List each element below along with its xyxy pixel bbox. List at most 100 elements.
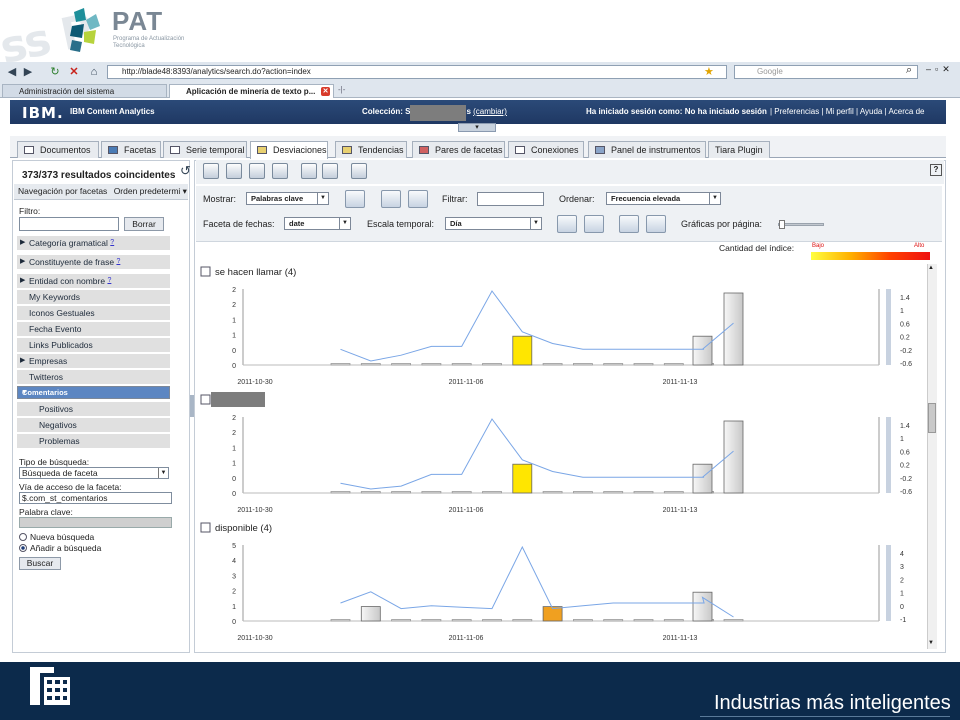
export-icon[interactable] — [272, 163, 288, 179]
facet-categoria-gramatical[interactable]: ▶ Categoría gramatical ? — [17, 236, 170, 250]
move-right-icon[interactable] — [408, 190, 428, 208]
facet-iconos-gestuales[interactable]: Iconos Gestuales — [17, 306, 170, 320]
y2-tick-label: 2 — [900, 577, 904, 584]
y2-tick-label: 0.2 — [900, 463, 910, 470]
clear-button[interactable]: Borrar — [124, 217, 164, 231]
expand-icon[interactable]: ▶ — [20, 236, 25, 250]
right-axis-bar — [886, 289, 891, 365]
tab-documentos[interactable]: Documentos — [17, 141, 99, 158]
search-icon[interactable]: ⌕ — [906, 64, 912, 77]
bar — [482, 363, 502, 366]
tab-serie-temporal[interactable]: Serie temporal — [163, 141, 247, 158]
close-icon[interactable]: ✕ — [321, 87, 330, 96]
chevron-down-icon: ▼ — [158, 468, 168, 478]
facet-empresas[interactable]: ▶ Empresas — [17, 354, 170, 368]
forward-icon[interactable]: ▶ — [20, 66, 36, 79]
slider-handle[interactable] — [779, 220, 785, 229]
chart-checkbox[interactable] — [200, 266, 211, 277]
expand-icon[interactable]: ▶ — [20, 255, 25, 269]
browser-tab-mining[interactable]: Aplicación de minería de texto p... ✕ — [169, 84, 334, 98]
stop-icon[interactable]: ✕ — [66, 66, 82, 79]
y-tick-label: 2 — [232, 415, 236, 422]
browser-search-input[interactable]: Google — [734, 65, 918, 79]
browser-tab-label: Administración del sistema — [19, 87, 115, 96]
save-icon[interactable] — [226, 163, 242, 179]
window-controls[interactable]: –▫✕ — [926, 64, 954, 75]
keyword-input[interactable] — [19, 517, 172, 528]
time-scale-select[interactable]: Día ▼ — [445, 217, 542, 230]
details-icon[interactable] — [203, 163, 219, 179]
ibm-logo: IBM. — [22, 104, 64, 122]
tab-desviaciones[interactable]: Desviaciones — [250, 141, 328, 159]
tab-pares-facetas[interactable]: Pares de facetas — [412, 141, 505, 158]
mail-icon[interactable] — [322, 163, 338, 179]
facet-positivos[interactable]: Positivos — [17, 402, 170, 416]
facet-constituyente[interactable]: ▶ Constituyente de frase ? — [17, 255, 170, 269]
facet-path-input[interactable]: $.com_st_comentarios — [19, 492, 172, 504]
facet-links-publicados[interactable]: Links Publicados — [17, 338, 170, 352]
browser-tab-admin[interactable]: Administración del sistema — [2, 84, 167, 98]
change-collection-link[interactable]: (cambiar) — [473, 107, 507, 116]
facet-problemas[interactable]: Problemas — [17, 434, 170, 448]
undo-icon[interactable]: ↺ — [180, 163, 196, 179]
preview-icon[interactable] — [351, 163, 367, 179]
filter-input[interactable] — [477, 192, 544, 206]
back-icon[interactable]: ◀ — [4, 66, 20, 79]
chart-checkbox[interactable] — [200, 394, 211, 405]
facet-negativos[interactable]: Negativos — [17, 418, 170, 432]
order-dropdown[interactable]: Orden predetermi ▾ — [114, 186, 187, 196]
tab-tendencias[interactable]: Tendencias — [335, 141, 407, 158]
help-link[interactable]: ? — [107, 277, 111, 284]
session-status: Ha iniciado sesión como: No ha iniciado … — [586, 107, 767, 116]
filter-input[interactable] — [19, 217, 119, 231]
tab-tiara-plugin[interactable]: Tiara Plugin — [708, 141, 770, 158]
tab-panel-instrumentos[interactable]: Panel de instrumentos — [588, 141, 706, 158]
print-icon[interactable] — [249, 163, 265, 179]
order-select[interactable]: Frecuencia elevada ▼ — [606, 192, 721, 205]
address-bar[interactable]: http://blade48:8393/analytics/search.do?… — [107, 65, 727, 79]
favorite-star-icon[interactable]: ★ — [704, 65, 714, 78]
help-icon[interactable]: ? — [930, 164, 942, 176]
chevron-down-icon: ▼ — [530, 218, 541, 229]
facet-nav-label: Navegación por facetas — [18, 186, 108, 196]
expand-icon[interactable]: ▶ — [20, 274, 25, 288]
new-search-radio[interactable]: Nueva búsqueda — [19, 532, 94, 542]
expand-icon[interactable]: ▶ — [20, 354, 25, 368]
new-tab-icon[interactable]: -|- — [338, 85, 345, 94]
bar — [572, 619, 593, 622]
y-tick-label: 2 — [232, 287, 236, 294]
facet-entidad[interactable]: ▶ Entidad con nombre ? — [17, 274, 170, 288]
chart-checkbox[interactable] — [200, 522, 211, 533]
add-search-radio[interactable]: Añadir a búsqueda — [19, 543, 101, 553]
scroll-down-icon[interactable]: ▼ — [928, 640, 934, 646]
chart-view-icon[interactable] — [619, 215, 639, 233]
help-link[interactable]: ? — [116, 258, 120, 265]
help-link[interactable]: ? — [110, 239, 114, 246]
facet-fecha-evento[interactable]: Fecha Evento — [17, 322, 170, 336]
move-left-icon[interactable] — [381, 190, 401, 208]
zoom-icon[interactable] — [345, 190, 365, 208]
search-type-select[interactable]: Búsqueda de faceta ▼ — [19, 467, 169, 479]
scroll-up-icon[interactable]: ▲ — [928, 265, 934, 271]
show-select[interactable]: Palabras clave ▼ — [246, 192, 329, 205]
view-icon[interactable] — [301, 163, 317, 179]
search-button[interactable]: Buscar — [19, 557, 61, 570]
collapse-icon[interactable]: ▼ — [21, 387, 28, 398]
chart-option-icon[interactable] — [584, 215, 604, 233]
facet-label: Links Publicados — [29, 340, 93, 350]
scrollbar-thumb[interactable] — [928, 403, 936, 433]
chart-view-icon[interactable] — [646, 215, 666, 233]
collapse-header-button[interactable]: ▾ — [458, 123, 496, 132]
radio-label: Añadir a búsqueda — [30, 543, 102, 553]
chart-option-icon[interactable] — [557, 215, 577, 233]
facet-my-keywords[interactable]: My Keywords — [17, 290, 170, 304]
tab-facetas[interactable]: Facetas — [101, 141, 161, 158]
date-facet-select[interactable]: date ▼ — [284, 217, 351, 230]
facet-twitteros[interactable]: Twitteros — [17, 370, 170, 384]
vertical-scrollbar[interactable] — [927, 264, 937, 649]
home-icon[interactable]: ⌂ — [86, 66, 102, 79]
tab-conexiones[interactable]: Conexiones — [508, 141, 584, 158]
header-links[interactable]: | Preferencias | Mi perfil | Ayuda | Ace… — [770, 107, 924, 116]
facet-comentarios[interactable]: ▼ Comentarios — [17, 386, 170, 399]
refresh-icon[interactable]: ↻ — [47, 66, 63, 79]
